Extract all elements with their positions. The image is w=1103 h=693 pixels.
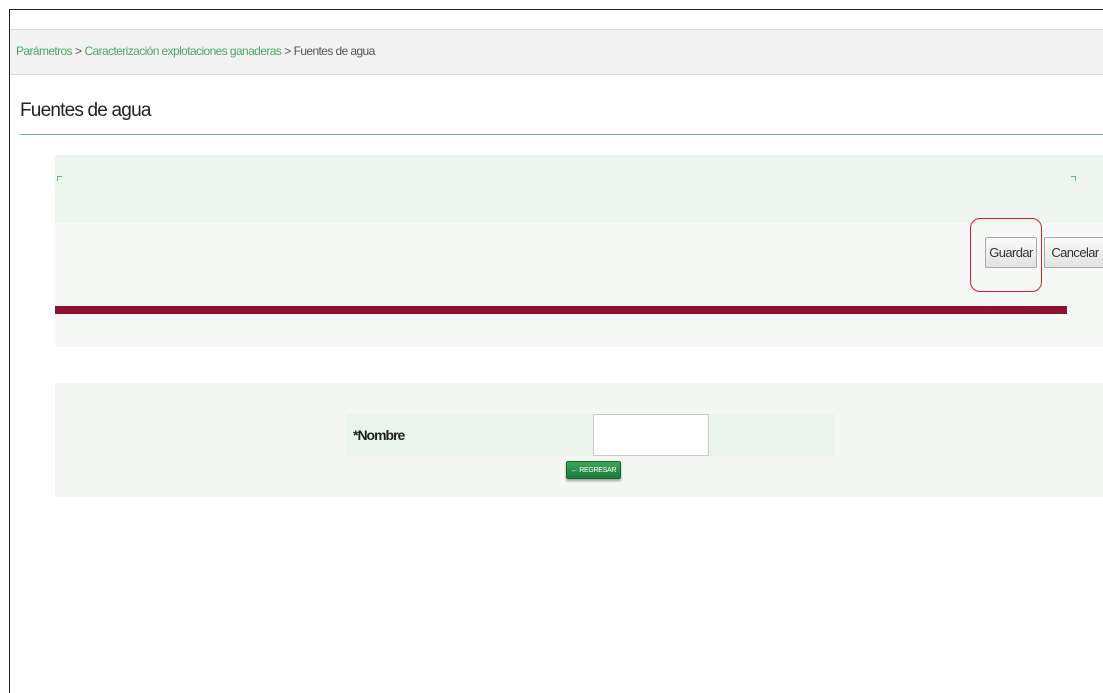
back-button[interactable]: ← REGRESAR — [566, 461, 621, 479]
breadcrumb-link-parametros[interactable]: Parámetros — [16, 44, 73, 58]
name-input[interactable] — [593, 414, 709, 456]
breadcrumb-link-caracterizacion[interactable]: Caracterización explotaciones ganaderas — [84, 44, 281, 58]
save-button[interactable]: Guardar — [985, 237, 1037, 268]
breadcrumb: Parámetros > Caracterización explotaciones… — [16, 44, 375, 58]
title-divider — [20, 134, 1103, 135]
breadcrumb-current: Fuentes de agua — [293, 44, 376, 58]
corner-marker-left — [57, 176, 62, 181]
name-field-row: *Nombre — [347, 414, 835, 456]
breadcrumb-separator: > — [284, 44, 291, 58]
actions-panel-header — [55, 155, 1103, 223]
corner-marker-right — [1071, 176, 1076, 181]
section-divider-bar — [55, 306, 1067, 314]
breadcrumb-separator: > — [75, 44, 82, 58]
actions-panel: Guardar Cancelar — [55, 155, 1103, 347]
window-frame — [9, 9, 1103, 693]
form-panel: *Nombre ← REGRESAR — [55, 383, 1103, 497]
name-field-label: *Nombre — [353, 427, 405, 443]
cancel-button[interactable]: Cancelar — [1044, 237, 1103, 268]
page-title: Fuentes de agua — [20, 100, 151, 121]
breadcrumb-bar: Parámetros > Caracterización explotaciones… — [10, 29, 1103, 75]
